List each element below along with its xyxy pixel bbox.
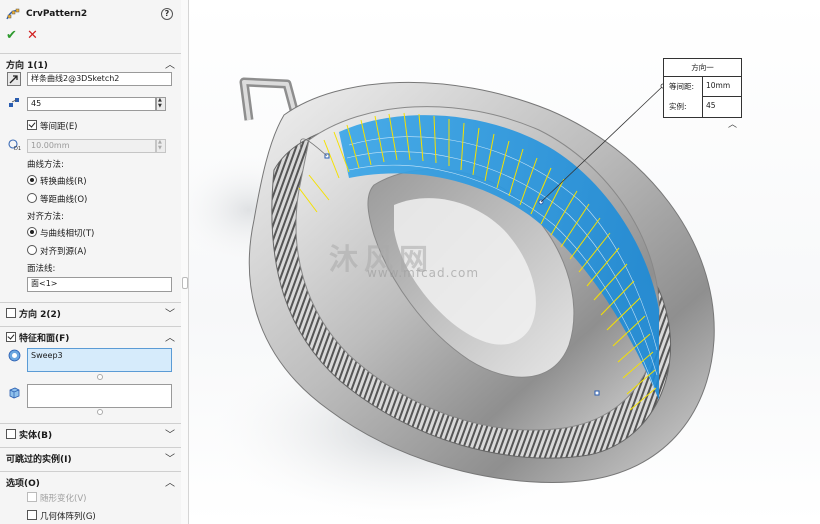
section-features-faces-label: 特征和面(F): [19, 334, 70, 344]
feature-list-item[interactable]: Sweep3: [31, 351, 63, 360]
features-faces-checkbox[interactable]: [6, 332, 16, 342]
chevron-down-icon[interactable]: ﹀: [165, 426, 175, 441]
list-resize-handle[interactable]: [97, 374, 103, 380]
section-skip-instances-label: 可跳过的实例(I): [6, 455, 72, 465]
question-circle-icon[interactable]: ?: [161, 8, 173, 20]
panel-titlebar: CrvPattern2 ?: [0, 0, 181, 28]
radio-offset-curve[interactable]: [27, 193, 37, 203]
list-resize-handle[interactable]: [97, 409, 103, 415]
faces-selection-list[interactable]: [27, 384, 172, 408]
bodies-checkbox[interactable]: [6, 429, 16, 439]
callout-row-instances: 实例: 45: [664, 96, 741, 115]
callout-row-spacing: 等间距: 10mm: [664, 76, 741, 95]
curve-end-handle[interactable]: [594, 390, 600, 396]
face-selection-icon: [9, 387, 20, 399]
section-direction1-label: 方向 1(1): [6, 61, 48, 71]
instances-count-input[interactable]: 45: [27, 97, 156, 111]
section-direction1[interactable]: 方向 1(1) ︿: [0, 53, 181, 72]
offset-curve-label: 等距曲线(O): [40, 195, 88, 205]
direction-callout[interactable]: 方向一 等间距: 10mm 实例: 45: [663, 58, 742, 118]
chevron-up-icon[interactable]: ︿: [728, 117, 737, 130]
section-options-label: 选项(O): [6, 479, 40, 489]
section-options[interactable]: 选项(O) ︿: [0, 471, 181, 490]
watermark-url: www.mfcad.com: [367, 266, 480, 280]
svg-text:D1: D1: [14, 146, 21, 151]
arrow-direction-icon[interactable]: [7, 72, 21, 86]
callout-title: 方向一: [664, 59, 741, 77]
section-skip-instances[interactable]: 可跳过的实例(I) ﹀: [0, 447, 181, 466]
equal-spacing-checkbox[interactable]: [27, 120, 37, 130]
geometry-pattern-label: 几何体阵列(G): [40, 512, 96, 522]
geometry-pattern-checkbox[interactable]: [27, 510, 37, 520]
graphics-viewport[interactable]: 沐风网 www.mfcad.com 方向一 等间距: 10mm 实例: 45 ︿: [189, 0, 820, 524]
spacing-spinner[interactable]: [156, 139, 166, 153]
feature-title: CrvPattern2: [26, 9, 88, 19]
vary-sketch-checkbox[interactable]: [27, 492, 37, 502]
section-bodies[interactable]: 实体(B) ﹀: [0, 423, 181, 442]
equal-spacing-label: 等间距(E): [40, 122, 78, 132]
chevron-up-icon[interactable]: ︿: [165, 56, 175, 71]
section-direction2-label: 方向 2(2): [19, 310, 61, 320]
chevron-up-icon[interactable]: ︿: [165, 474, 175, 489]
align-to-source-label: 对齐到源(A): [40, 247, 87, 257]
checkmark-icon[interactable]: ✔: [6, 28, 17, 43]
callout-instances-value[interactable]: 45: [706, 101, 716, 110]
chevron-up-icon[interactable]: ︿: [165, 329, 175, 344]
section-direction2[interactable]: 方向 2(2) ﹀: [0, 302, 181, 321]
face-normal-label: 面法线:: [27, 264, 56, 274]
instances-icon: [9, 98, 19, 107]
instances-spinner[interactable]: [156, 97, 166, 111]
splitter-grip[interactable]: [182, 277, 188, 289]
curve-pattern-icon: [6, 8, 20, 20]
face-normal-field[interactable]: 面<1>: [27, 277, 172, 292]
feature-selection-icon: [8, 349, 21, 362]
radio-tangent-to-curve[interactable]: [27, 227, 37, 237]
section-features-faces[interactable]: 特征和面(F) ︿: [0, 326, 181, 345]
panel-splitter[interactable]: [181, 0, 189, 524]
section-bodies-label: 实体(B): [19, 431, 53, 441]
x-icon[interactable]: ✕: [27, 28, 38, 43]
spacing-input[interactable]: 10.00mm: [27, 139, 156, 153]
align-method-label: 对齐方法:: [27, 212, 64, 222]
direction-curve-field[interactable]: 样条曲线2@3DSketch2: [27, 72, 172, 86]
features-selection-list[interactable]: Sweep3: [27, 348, 172, 372]
tangent-to-curve-label: 与曲线相切(T): [40, 229, 95, 239]
curve-method-label: 曲线方法:: [27, 160, 64, 170]
radio-transform-curve[interactable]: [27, 175, 37, 185]
transform-curve-label: 转换曲线(R): [40, 177, 87, 187]
callout-spacing-value[interactable]: 10mm: [706, 81, 730, 90]
radio-align-to-source[interactable]: [27, 245, 37, 255]
vary-sketch-label: 随形变化(V): [40, 494, 87, 504]
chevron-down-icon[interactable]: ﹀: [165, 305, 175, 320]
callout-spacing-key: 等间距:: [669, 82, 695, 91]
direction2-checkbox[interactable]: [6, 308, 16, 318]
property-manager-panel: CrvPattern2 ? ✔ ✕ 方向 1(1) ︿ 样条曲线2@3DSket…: [0, 0, 182, 524]
callout-instances-key: 实例:: [669, 102, 687, 111]
spacing-distance-icon: D1: [8, 139, 21, 151]
chevron-down-icon[interactable]: ﹀: [165, 450, 175, 465]
